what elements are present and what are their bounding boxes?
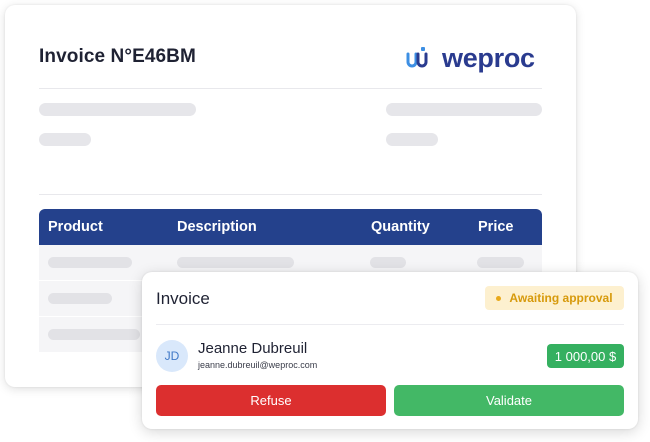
- invoice-approval-popup: Invoice Awaiting approval JD Jeanne Dubr…: [142, 272, 638, 429]
- status-label: Awaiting approval: [509, 291, 613, 305]
- invoice-title: Invoice N°E46BM: [39, 46, 196, 67]
- placeholder-cell: [48, 293, 112, 304]
- popup-title: Invoice: [156, 289, 210, 308]
- header-divider: [39, 88, 542, 89]
- avatar: JD: [156, 340, 188, 372]
- column-header-quantity: Quantity: [371, 219, 430, 235]
- requester-name: Jeanne Dubreuil: [198, 340, 308, 357]
- requester-email: jeanne.dubreuil@weproc.com: [198, 360, 318, 370]
- validate-button[interactable]: Validate: [394, 385, 624, 416]
- brand-logo: weproc: [406, 41, 535, 75]
- placeholder-line: [39, 133, 91, 146]
- weproc-logo-icon: [406, 47, 428, 68]
- placeholder-cell: [177, 257, 294, 268]
- placeholder-cell: [477, 257, 524, 268]
- status-badge: Awaiting approval: [485, 286, 624, 310]
- placeholder-line: [386, 103, 542, 116]
- column-header-product: Product: [48, 219, 103, 235]
- brand-name: weproc: [442, 42, 535, 73]
- popup-divider: [156, 324, 624, 325]
- placeholder-line: [39, 103, 196, 116]
- amount-badge: 1 000,00 $: [547, 344, 624, 368]
- placeholder-line: [386, 133, 438, 146]
- column-header-price: Price: [478, 219, 514, 235]
- column-header-description: Description: [177, 219, 257, 235]
- refuse-button[interactable]: Refuse: [156, 385, 386, 416]
- status-dot-icon: [496, 295, 502, 301]
- placeholder-cell: [48, 329, 140, 340]
- placeholder-cell: [370, 257, 406, 268]
- table-header: Product Description Quantity Price: [39, 209, 542, 245]
- section-divider: [39, 194, 542, 195]
- placeholder-cell: [48, 257, 132, 268]
